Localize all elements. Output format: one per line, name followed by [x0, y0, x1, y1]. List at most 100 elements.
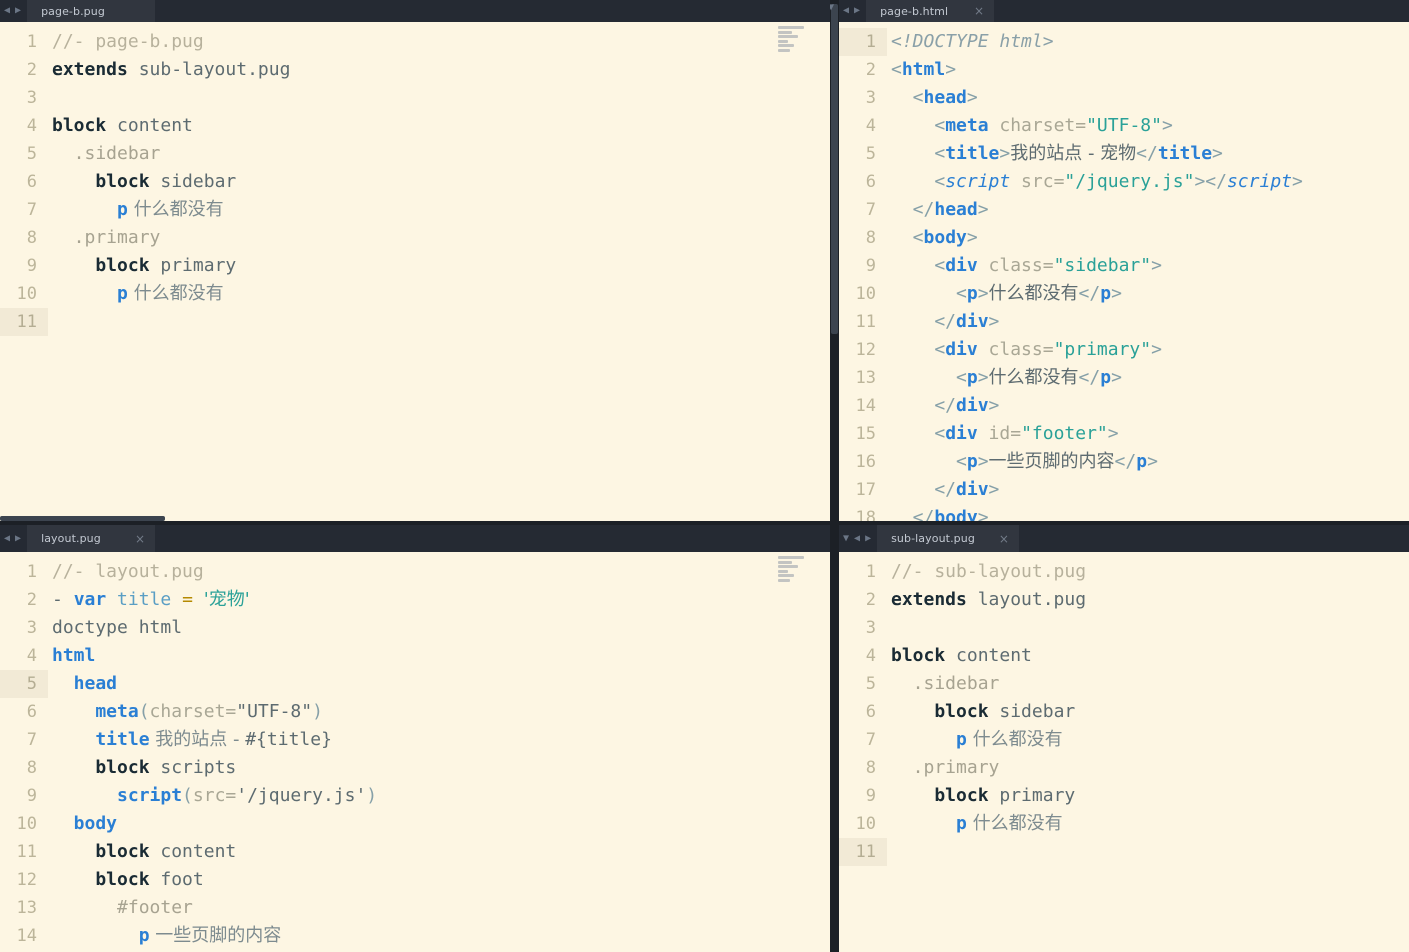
code-line: block foot	[52, 866, 830, 894]
line-number: 6	[26, 702, 37, 722]
code-token: >	[1107, 423, 1119, 444]
line-number: 3	[26, 618, 37, 638]
code-token: >	[1147, 451, 1158, 472]
line-number: 1	[26, 562, 37, 582]
code-token: </	[891, 479, 957, 500]
code-line: <script src="/jquery.js"></script>	[891, 168, 1409, 196]
code-token: block	[891, 645, 946, 666]
editor-top-left[interactable]: 1 2 3 4 5 6 7 8 9 10 11 //- page-b.pug extends sub-…	[0, 22, 830, 521]
tab-page-b-pug[interactable]: page-b.pug	[27, 0, 156, 22]
close-icon[interactable]: ×	[121, 532, 145, 546]
code-token: block	[52, 869, 150, 890]
nav-back-icon[interactable]: ◀	[854, 533, 860, 544]
code-line: //- sub-layout.pug	[891, 558, 1409, 586]
code-token: head	[923, 87, 967, 108]
code-token: >	[1111, 367, 1122, 388]
code-bottom-right[interactable]: //- sub-layout.pug extends layout.pug blo…	[887, 552, 1409, 952]
line-number: 4	[26, 116, 37, 136]
hscrollbar-top-left[interactable]	[0, 516, 830, 521]
code-token: charset=	[149, 701, 237, 722]
line-number: 2	[865, 60, 876, 80]
code-token: 什么都没有	[127, 283, 224, 304]
code-line: block scripts	[52, 754, 830, 782]
line-number: 9	[865, 786, 876, 806]
code-line: block content	[52, 838, 830, 866]
code-token: div	[956, 311, 989, 332]
vertical-splitter-top[interactable]	[830, 0, 839, 521]
code-line: </div>	[891, 308, 1409, 336]
code-token: 什么都没有	[966, 813, 1063, 834]
code-line: title 我的站点 - #{title}	[52, 726, 830, 754]
tab-nav-buttons-bottom-left[interactable]: ◀ ▶	[0, 525, 27, 552]
code-line: <p>什么都没有</p>	[891, 364, 1409, 392]
tab-nav-buttons-top-left[interactable]: ◀ ▶	[0, 0, 27, 22]
editor-bottom-left[interactable]: 1 2 3 4 5 6 7 8 9 10 11 12 13 14 //- layout.pug - var …	[0, 552, 830, 952]
line-number: 12	[855, 340, 876, 360]
vertical-scrollbar-thumb[interactable]	[831, 4, 838, 334]
code-token: <	[891, 171, 946, 192]
code-line: .sidebar	[891, 670, 1409, 698]
code-line: extends sub-layout.pug	[52, 56, 830, 84]
tab-layout-pug[interactable]: layout.pug ×	[27, 525, 156, 552]
nav-forward-icon[interactable]: ▶	[15, 533, 21, 544]
line-number: 10	[855, 284, 876, 304]
code-token: >	[1111, 283, 1122, 304]
code-token: div	[945, 255, 978, 276]
code-line: p 什么都没有	[52, 280, 830, 308]
code-token: div	[956, 479, 989, 500]
editor-bottom-right[interactable]: 1 2 3 4 5 6 7 8 9 10 11 //- sub-layout.pug extends …	[839, 552, 1409, 952]
code-token: (	[138, 701, 150, 722]
vertical-splitter-bottom[interactable]	[830, 525, 839, 952]
code-token: >	[1292, 171, 1303, 192]
close-icon[interactable]: ×	[985, 532, 1009, 546]
line-number: 6	[865, 702, 876, 722]
line-number: 10	[16, 284, 37, 304]
code-bottom-left[interactable]: //- layout.pug - var title = '宠物' doctype …	[48, 552, 830, 952]
code-line: block primary	[891, 782, 1409, 810]
nav-back-icon[interactable]: ◀	[4, 533, 10, 544]
code-token: <	[891, 255, 946, 276]
code-token: content	[149, 841, 237, 862]
code-token: >	[988, 311, 1000, 332]
code-token: >	[977, 283, 989, 304]
tab-nav-buttons-bottom-right[interactable]: ▼ ◀ ▶	[839, 525, 877, 552]
code-token: <	[891, 451, 967, 472]
tab-page-b-html[interactable]: page-b.html ×	[866, 0, 995, 22]
nav-forward-icon[interactable]: ▶	[854, 6, 860, 16]
tabbar-top-left: ◀ ▶ page-b.pug	[0, 0, 830, 22]
code-token: sidebar	[988, 701, 1076, 722]
code-line: p 什么都没有	[891, 810, 1409, 838]
code-token: </	[1136, 143, 1158, 164]
nav-forward-icon[interactable]: ▶	[865, 533, 871, 544]
code-token: <	[891, 227, 924, 248]
code-token: primary	[988, 785, 1076, 806]
code-top-left[interactable]: //- page-b.pug extends sub-layout.pug blo…	[48, 22, 830, 521]
tab-nav-buttons-top-right[interactable]: ◀ ▶	[839, 0, 866, 22]
line-number: 7	[26, 200, 37, 220]
code-token: block	[52, 757, 150, 778]
code-line: <html>	[891, 56, 1409, 84]
line-number: 11	[16, 842, 37, 862]
line-number: 6	[26, 172, 37, 192]
code-token: >	[988, 395, 1000, 416]
code-token: layout.pug	[966, 589, 1087, 610]
nav-back-icon[interactable]: ◀	[4, 6, 10, 16]
code-token: id=	[977, 423, 1022, 444]
code-token: meta	[945, 115, 989, 136]
close-icon[interactable]: ×	[960, 4, 984, 18]
code-token: p	[1100, 367, 1112, 388]
nav-forward-icon[interactable]: ▶	[15, 6, 21, 16]
code-top-right[interactable]: <!DOCTYPE html> <html> <head> <meta chars…	[887, 22, 1409, 521]
code-token: 什么都没有	[966, 729, 1063, 750]
code-token: block	[52, 115, 107, 136]
nav-back-icon[interactable]: ◀	[843, 6, 849, 16]
chevron-down-icon[interactable]: ▼	[843, 533, 849, 544]
code-token: charset=	[988, 115, 1087, 136]
editor-top-right[interactable]: 1 2 3 4 5 6 7 8 9 10 11 12 13 14 15 16 17 18 <!DOCTYPE ht…	[839, 22, 1409, 521]
code-token: class=	[977, 255, 1054, 276]
line-number: 7	[26, 730, 37, 750]
code-token: '宠物'	[203, 589, 250, 610]
tab-sub-layout-pug[interactable]: sub-layout.pug ×	[877, 525, 1019, 552]
